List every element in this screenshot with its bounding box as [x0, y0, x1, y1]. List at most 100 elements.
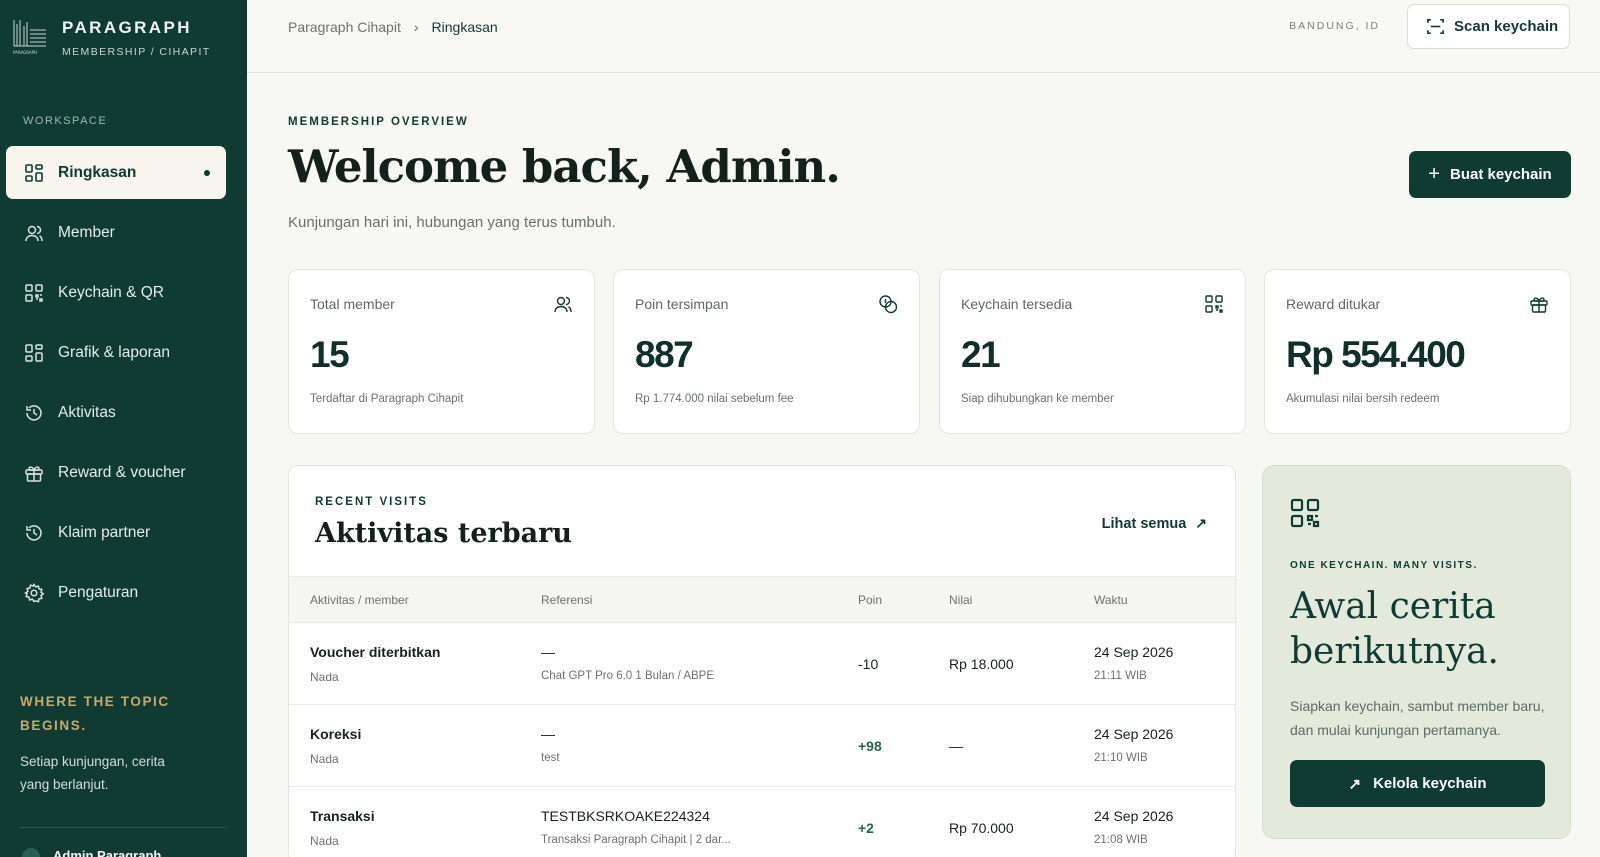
- activity-ref-sub: Transaksi Paragraph Cihapit | 2 dar...: [541, 834, 731, 846]
- stat-note: Rp 1.774.000 nilai sebelum fee: [635, 393, 794, 405]
- breadcrumb-root[interactable]: Paragraph Cihapit: [288, 19, 401, 35]
- grid-icon: [25, 343, 43, 362]
- activity-ref-sub: Chat GPT Pro 6.0 1 Bulan / ABPE: [541, 670, 715, 682]
- sidebar-item-reward[interactable]: Reward & voucher: [6, 446, 226, 499]
- arrow-up-right-icon: ↗: [1195, 515, 1207, 531]
- workspace-label: WORKSPACE: [23, 115, 108, 127]
- activity-date: 24 Sep 2026: [1094, 644, 1174, 660]
- users-icon: [25, 225, 43, 241]
- stat-label: Total member: [310, 296, 395, 312]
- manage-keychain-label: Kelola keychain: [1373, 775, 1487, 792]
- stat-card-total-member: Total member 15 Terdaftar di Paragraph C…: [288, 269, 595, 434]
- table-row[interactable]: Transaksi Nada TESTBKSRKOAKE224324 Trans…: [289, 787, 1235, 857]
- sidebar-divider: [20, 827, 227, 828]
- activity-date: 24 Sep 2026: [1094, 726, 1174, 742]
- stat-note: Terdaftar di Paragraph Cihapit: [310, 393, 464, 405]
- history-icon: [26, 404, 42, 421]
- manage-keychain-button[interactable]: ↗ Kelola keychain: [1290, 760, 1545, 807]
- active-indicator: [204, 169, 210, 176]
- page-subtitle: Kunjungan hari ini, hubungan yang terus …: [288, 214, 616, 231]
- stat-value: 15: [310, 334, 350, 375]
- location-label: BANDUNG, ID: [1289, 20, 1380, 32]
- recent-activity-card: RECENT VISITS Aktivitas terbaru Lihat se…: [288, 465, 1236, 857]
- sidebar-item-label: Member: [58, 223, 115, 241]
- qr-icon: [1290, 498, 1320, 528]
- activity-title: Aktivitas terbaru: [315, 518, 573, 549]
- grid-icon: [25, 163, 43, 182]
- arrow-up-right-icon: ↗: [1348, 775, 1362, 793]
- sidebar-item-label: Klaim partner: [58, 523, 151, 541]
- activity-member: Nada: [310, 670, 339, 684]
- table-row[interactable]: Voucher diterbitkan Nada — Chat GPT Pro …: [289, 623, 1235, 705]
- topbar: Paragraph Cihapit › Ringkasan BANDUNG, I…: [247, 0, 1600, 73]
- create-keychain-button[interactable]: + Buat keychain: [1409, 151, 1571, 198]
- activity-points: +98: [858, 738, 882, 754]
- activity-member: Nada: [310, 834, 339, 848]
- column-header: Referensi: [541, 593, 593, 607]
- see-all-link[interactable]: Lihat semua ↗: [1102, 515, 1207, 532]
- column-header: Nilai: [949, 593, 973, 607]
- sidebar-item-keychain[interactable]: Keychain & QR: [6, 266, 226, 319]
- activity-time: 21:11 WIB: [1094, 670, 1147, 682]
- table-header: Aktivitas / member Referensi Poin Nilai …: [289, 576, 1235, 623]
- promo-card: ONE KEYCHAIN. MANY VISITS. Awal cerita b…: [1262, 465, 1571, 839]
- qr-icon: [25, 283, 43, 302]
- stat-card-poin-tersimpan: Poin tersimpan 887 Rp 1.774.000 nilai se…: [613, 269, 920, 434]
- create-keychain-label: Buat keychain: [1449, 166, 1552, 183]
- breadcrumb-current: Ringkasan: [431, 19, 498, 35]
- brand-subtitle: MEMBERSHIP / CIHAPIT: [62, 46, 211, 58]
- page-title: Welcome back, Admin.: [288, 140, 841, 193]
- activity-ref: TESTBKSRKOAKE224324: [541, 808, 710, 824]
- user-name[interactable]: Admin Paragraph: [53, 848, 161, 857]
- sidebar: PARAGRAPH PARAGRAPH MEMBERSHIP / CIHAPIT…: [0, 0, 247, 857]
- sidebar-item-label: Grafik & laporan: [58, 343, 170, 361]
- qr-icon: [1205, 295, 1223, 313]
- brand-logo-icon: PARAGRAPH: [13, 20, 46, 55]
- activity-points: +2: [858, 820, 874, 836]
- sidebar-item-aktivitas[interactable]: Aktivitas: [6, 386, 226, 439]
- scan-keychain-button[interactable]: Scan keychain: [1407, 4, 1570, 49]
- see-all-label: Lihat semua: [1101, 515, 1187, 532]
- users-icon: [554, 296, 572, 313]
- activity-ref-sub: test: [541, 752, 560, 764]
- sidebar-item-member[interactable]: Member: [6, 206, 226, 259]
- activity-type: Koreksi: [310, 726, 362, 742]
- scan-icon: [1427, 19, 1444, 34]
- sidebar-item-klaim[interactable]: Klaim partner: [6, 506, 226, 559]
- column-header: Aktivitas / member: [310, 593, 409, 607]
- activity-type: Voucher diterbitkan: [310, 644, 441, 660]
- breadcrumb: Paragraph Cihapit › Ringkasan: [288, 19, 498, 35]
- activity-type: Transaksi: [310, 808, 375, 824]
- sidebar-tagline-sub: Setiap kunjungan, cerita yang berlanjut.: [20, 754, 165, 792]
- activity-member: Nada: [310, 752, 339, 766]
- avatar[interactable]: [22, 848, 40, 857]
- table-row[interactable]: Koreksi Nada — test +98 — 24 Sep 2026 21…: [289, 705, 1235, 787]
- sidebar-item-label: Keychain & QR: [58, 283, 164, 301]
- column-header: Poin: [858, 593, 883, 607]
- sidebar-item-label: Reward & voucher: [58, 463, 186, 481]
- activity-points: -10: [858, 656, 879, 672]
- brand[interactable]: PARAGRAPH PARAGRAPH MEMBERSHIP / CIHAPIT: [12, 16, 211, 58]
- activity-value: Rp 70.000: [949, 820, 1014, 836]
- activity-value: Rp 18.000: [949, 656, 1014, 672]
- stat-label: Keychain tersedia: [961, 296, 1073, 312]
- activity-ref: —: [541, 726, 555, 742]
- overview-eyebrow: MEMBERSHIP OVERVIEW: [288, 116, 469, 128]
- svg-text:PARAGRAPH: PARAGRAPH: [13, 50, 37, 55]
- promo-title: Awal cerita berikutnya.: [1290, 586, 1499, 672]
- promo-eyebrow: ONE KEYCHAIN. MANY VISITS.: [1290, 560, 1478, 571]
- sidebar-item-pengaturan[interactable]: Pengaturan: [6, 566, 226, 619]
- scan-keychain-label: Scan keychain: [1454, 18, 1559, 35]
- activity-time: 21:10 WIB: [1094, 752, 1148, 764]
- sidebar-item-ringkasan[interactable]: Ringkasan: [6, 146, 226, 199]
- activity-time: 21:08 WIB: [1094, 834, 1148, 846]
- column-header: Waktu: [1094, 593, 1128, 607]
- gear-icon: [24, 582, 44, 603]
- sidebar-item-grafik[interactable]: Grafik & laporan: [6, 326, 226, 379]
- activity-value: —: [949, 738, 963, 754]
- stat-card-keychain-tersedia: Keychain tersedia 21 Siap dihubungkan ke…: [939, 269, 1246, 434]
- plus-icon: +: [1428, 163, 1440, 185]
- stat-label: Poin tersimpan: [635, 296, 729, 312]
- stat-value: 887: [635, 334, 694, 375]
- gift-icon: [25, 465, 43, 482]
